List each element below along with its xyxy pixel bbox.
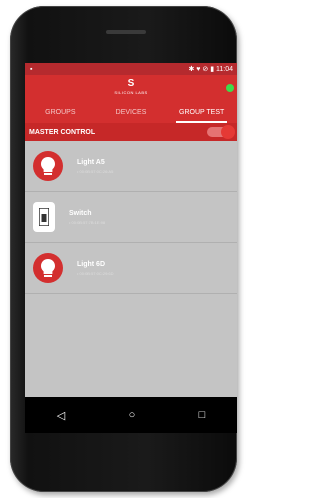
home-icon[interactable]: ○ (129, 409, 136, 421)
tab-bar: GROUPS DEVICES GROUP TEST (25, 101, 237, 123)
master-toggle[interactable] (207, 125, 235, 139)
app-bar: S SILICON LABS (25, 75, 237, 101)
device-address: • 00:0B:57:7B:1E:98 (69, 219, 106, 225)
tab-group-test-label: GROUP TEST (179, 108, 225, 116)
bulb-icon (33, 253, 63, 283)
app-screen: ▪ ✱ ♥ ⊘ ▮ 11:04 S SILICON LABS GROUPS DE… (25, 63, 237, 433)
connection-indicator[interactable] (226, 84, 234, 92)
speaker (106, 30, 146, 34)
tab-groups[interactable]: GROUPS (25, 101, 96, 123)
tab-groups-label: GROUPS (45, 108, 76, 116)
status-bar: ▪ ✱ ♥ ⊘ ▮ 11:04 (25, 63, 237, 75)
device-name: Switch (69, 209, 92, 217)
silicon-labs-logo: S SILICON LABS (113, 78, 149, 98)
switch-icon (33, 202, 55, 232)
status-right: ✱ ♥ ⊘ ▮ 11:04 (188, 66, 233, 73)
recent-apps-icon[interactable]: □ (199, 409, 206, 421)
status-left: ▪ (30, 65, 33, 73)
bulb-icon (33, 151, 63, 181)
device-name: Light 6D (77, 260, 105, 268)
list-item[interactable]: Switch • 00:0B:57:7B:1E:98 (25, 192, 237, 243)
device-address: • 00:0B:57:0C:29:6D (77, 270, 114, 276)
device-name: Light A5 (77, 158, 105, 166)
list-item[interactable]: Light 6D • 00:0B:57:0C:29:6D (25, 243, 237, 294)
device-address: • 00:0B:57:0C:26:A5 (77, 168, 114, 174)
logo-text: SILICON LABS (114, 90, 148, 95)
list-item[interactable]: Light A5 • 00:0B:57:0C:26:A5 (25, 141, 237, 192)
android-nav-bar: ◁ ○ □ (25, 397, 237, 433)
master-control-label: MASTER CONTROL (29, 128, 96, 136)
logo-mark: S (127, 78, 135, 89)
tab-devices-label: DEVICES (115, 108, 147, 116)
tab-devices[interactable]: DEVICES (96, 101, 167, 123)
back-icon[interactable]: ◁ (57, 409, 65, 422)
device-list: Light A5 • 00:0B:57:0C:26:A5 Switch • 00… (25, 141, 237, 433)
master-control-bar: MASTER CONTROL (25, 123, 237, 141)
toggle-knob (221, 125, 235, 139)
tab-group-test[interactable]: GROUP TEST (166, 101, 237, 123)
